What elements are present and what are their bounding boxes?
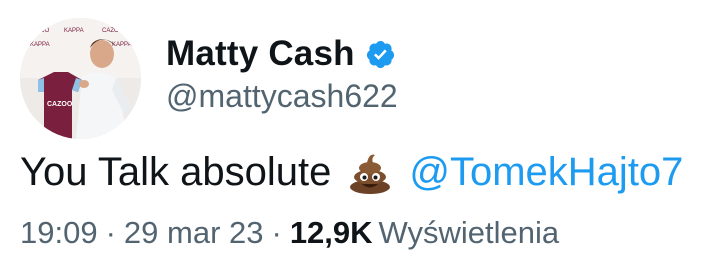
tweet-meta: 19:09 · 29 mar 23 · 12,9K Wyświetlenia: [20, 215, 559, 251]
mention-link[interactable]: @TomekHajto7: [409, 146, 683, 198]
tweet-body: You Talk absolute: [20, 150, 332, 194]
verified-badge-icon[interactable]: [365, 39, 396, 70]
svg-text:KAPPA: KAPPA: [112, 42, 132, 48]
tweet-time[interactable]: 19:09: [20, 215, 98, 250]
tweet-date[interactable]: 29 mar 23: [124, 215, 264, 250]
author-name-text[interactable]: Matty Cash: [166, 34, 355, 74]
svg-text:CAZOO: CAZOO: [102, 28, 124, 34]
svg-text:CAZOO: CAZOO: [28, 28, 50, 34]
meta-separator: ·: [105, 215, 116, 250]
avatar-jersey-text: CAZOO: [47, 101, 73, 108]
poop-emoji-icon: [347, 149, 393, 195]
svg-text:KAPPA: KAPPA: [30, 42, 50, 48]
tweet-text: You Talk absolute @TomekHajto7: [20, 146, 683, 198]
avatar-image: CAZOO KAPPA CAZOO KAPPA KAPPA CAZOO: [20, 18, 141, 139]
tweet-card: CAZOO KAPPA CAZOO KAPPA KAPPA CAZOO Matt…: [0, 0, 720, 273]
avatar[interactable]: CAZOO KAPPA CAZOO KAPPA KAPPA CAZOO: [20, 18, 141, 139]
svg-text:KAPPA: KAPPA: [64, 28, 84, 34]
meta-separator: ·: [271, 215, 282, 250]
author-handle[interactable]: @mattycash622: [166, 78, 398, 115]
views-label: Wyświetlenia: [378, 215, 560, 250]
author-name[interactable]: Matty Cash: [166, 34, 396, 74]
views-count: 12,9K: [289, 215, 373, 250]
